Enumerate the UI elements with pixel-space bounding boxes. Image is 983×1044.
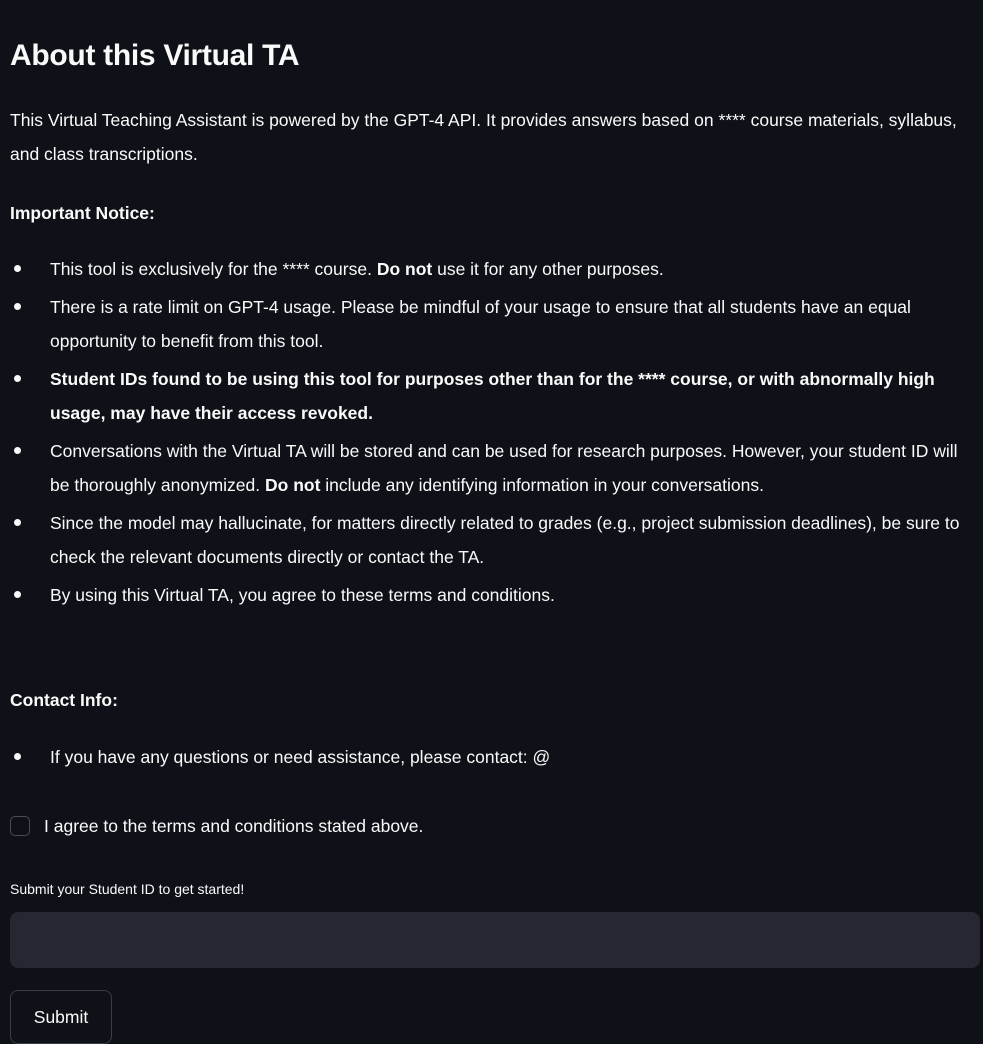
notice-item-access-revoked: Student IDs found to be using this tool … xyxy=(10,362,972,430)
agree-checkbox[interactable] xyxy=(10,816,30,836)
intro-paragraph: This Virtual Teaching Assistant is power… xyxy=(10,110,957,164)
student-id-label: Submit your Student ID to get started! xyxy=(10,881,245,897)
contact-info-heading: Contact Info: xyxy=(10,690,118,710)
notice-item-exclusive-use: This tool is exclusively for the **** co… xyxy=(10,252,972,286)
notice-list: This tool is exclusively for the **** co… xyxy=(10,252,972,616)
notice-item-conversations-stored: Conversations with the Virtual TA will b… xyxy=(10,434,972,502)
notice-item-rate-limit: There is a rate limit on GPT-4 usage. Pl… xyxy=(10,290,972,358)
submit-button[interactable]: Submit xyxy=(10,990,112,1044)
contact-list: If you have any questions or need assist… xyxy=(10,740,972,778)
agree-checkbox-row[interactable]: I agree to the terms and conditions stat… xyxy=(10,812,423,840)
student-id-input[interactable] xyxy=(10,912,980,968)
notice-item-agreement-terms: By using this Virtual TA, you agree to t… xyxy=(10,578,972,612)
notice-item-hallucination: Since the model may hallucinate, for mat… xyxy=(10,506,972,574)
agree-checkbox-label[interactable]: I agree to the terms and conditions stat… xyxy=(44,812,423,840)
important-notice-heading: Important Notice: xyxy=(10,203,155,223)
about-page: About this Virtual TA This Virtual Teach… xyxy=(10,0,980,1044)
contact-item: If you have any questions or need assist… xyxy=(10,740,972,774)
page-title: About this Virtual TA xyxy=(10,39,300,72)
